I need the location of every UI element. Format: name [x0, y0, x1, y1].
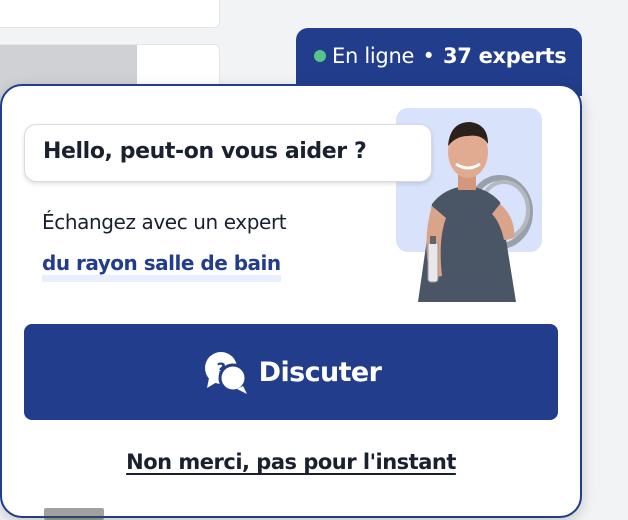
online-label: En ligne — [332, 44, 415, 68]
status-separator: • — [422, 44, 435, 68]
background-text-fragment — [44, 508, 104, 520]
widget-subtitle: Échangez avec un expert — [42, 210, 287, 234]
svg-text:?: ? — [216, 359, 225, 378]
online-status-dot — [314, 50, 326, 62]
dismiss-link[interactable]: Non merci, pas pour l'instant — [2, 450, 584, 474]
chat-question-icon: ? — [204, 352, 248, 394]
department-highlight: du rayon salle de bain — [42, 251, 281, 282]
background-card — [0, 0, 220, 28]
greeting-bubble: Hello, peut-on vous aider ? — [24, 124, 432, 182]
experts-count: 37 experts — [442, 44, 567, 68]
chat-button-label: Discuter — [258, 356, 382, 388]
expert-chat-widget: Hello, peut-on vous aider ? Échangez ave… — [0, 84, 582, 518]
chat-button[interactable]: ? Discuter — [24, 324, 558, 420]
